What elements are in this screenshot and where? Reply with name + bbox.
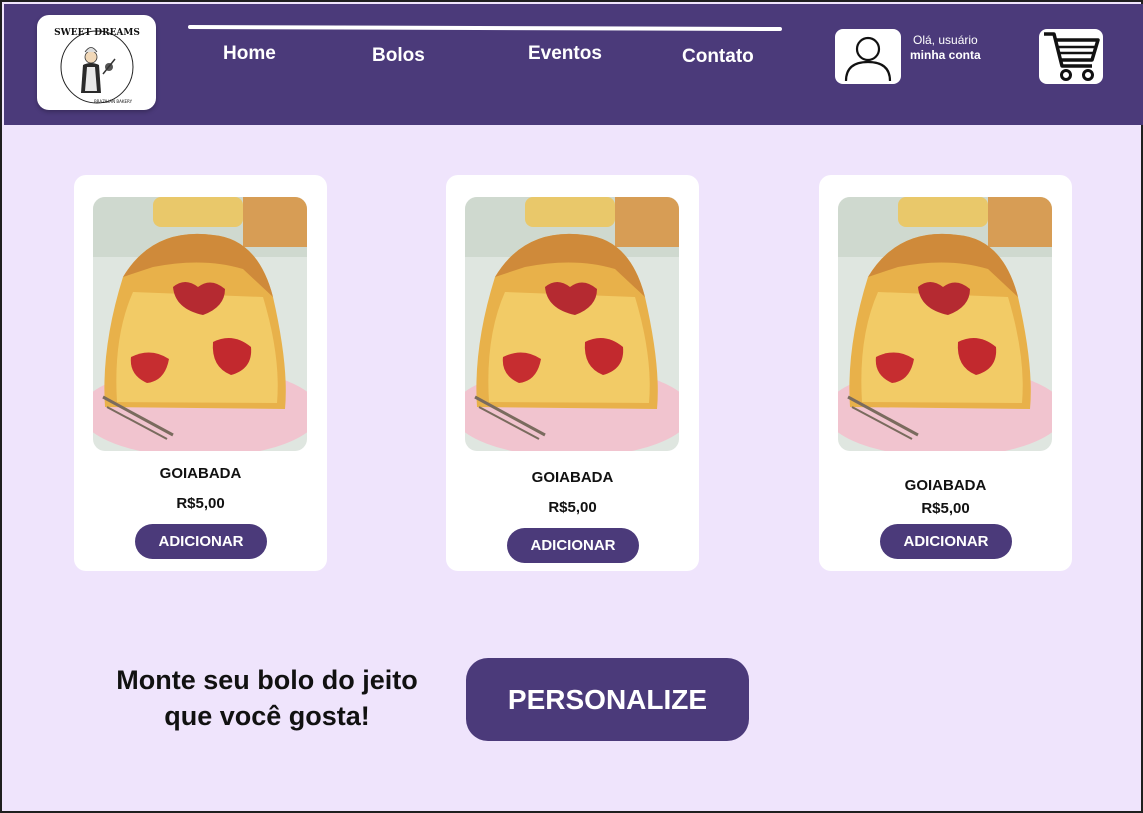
user-icon bbox=[844, 36, 892, 82]
promo-text: Monte seu bolo do jeito que você gosta! bbox=[92, 662, 442, 734]
nav-bolos[interactable]: Bolos bbox=[372, 45, 425, 67]
header-bar: SWEET DREAMS BRAZILIAN BAKERY Home Bolos… bbox=[4, 4, 1143, 125]
user-greeting: Olá, usuário bbox=[913, 33, 978, 47]
add-to-cart-button[interactable]: ADICIONAR bbox=[135, 524, 267, 559]
promo-line-1: Monte seu bolo do jeito bbox=[116, 665, 418, 695]
bakery-logo-icon: SWEET DREAMS BRAZILIAN BAKERY bbox=[54, 28, 140, 104]
personalize-button[interactable]: PERSONALIZE bbox=[466, 658, 749, 741]
nav-divider bbox=[187, 24, 783, 32]
product-card: GOIABADA R$5,00 ADICIONAR bbox=[74, 175, 327, 571]
product-price: R$5,00 bbox=[921, 500, 970, 517]
product-price: R$5,00 bbox=[548, 499, 597, 516]
cart-icon bbox=[1044, 32, 1100, 81]
promo-line-2: que você gosta! bbox=[164, 701, 370, 731]
nav-home[interactable]: Home bbox=[223, 43, 276, 65]
cart-button[interactable] bbox=[1039, 29, 1103, 84]
logo-title: SWEET DREAMS bbox=[54, 28, 140, 38]
product-image bbox=[838, 197, 1052, 451]
page-frame: SWEET DREAMS BRAZILIAN BAKERY Home Bolos… bbox=[0, 0, 1143, 813]
product-image bbox=[465, 197, 679, 451]
product-name: GOIABADA bbox=[531, 469, 614, 486]
product-name: GOIABADA bbox=[904, 477, 987, 494]
product-card: GOIABADA R$5,00 ADICIONAR bbox=[446, 175, 699, 571]
add-to-cart-button[interactable]: ADICIONAR bbox=[880, 524, 1012, 559]
logo-subtitle: BRAZILIAN BAKERY bbox=[94, 99, 133, 104]
nav-eventos[interactable]: Eventos bbox=[528, 43, 602, 65]
user-account-button[interactable] bbox=[835, 29, 901, 84]
brand-logo[interactable]: SWEET DREAMS BRAZILIAN BAKERY bbox=[37, 15, 156, 110]
product-image bbox=[93, 197, 307, 451]
product-name: GOIABADA bbox=[159, 465, 242, 482]
product-card: GOIABADA R$5,00 ADICIONAR bbox=[819, 175, 1072, 571]
nav-contato[interactable]: Contato bbox=[682, 46, 754, 68]
add-to-cart-button[interactable]: ADICIONAR bbox=[507, 528, 639, 563]
my-account-link[interactable]: minha conta bbox=[910, 48, 981, 62]
product-price: R$5,00 bbox=[176, 495, 225, 512]
